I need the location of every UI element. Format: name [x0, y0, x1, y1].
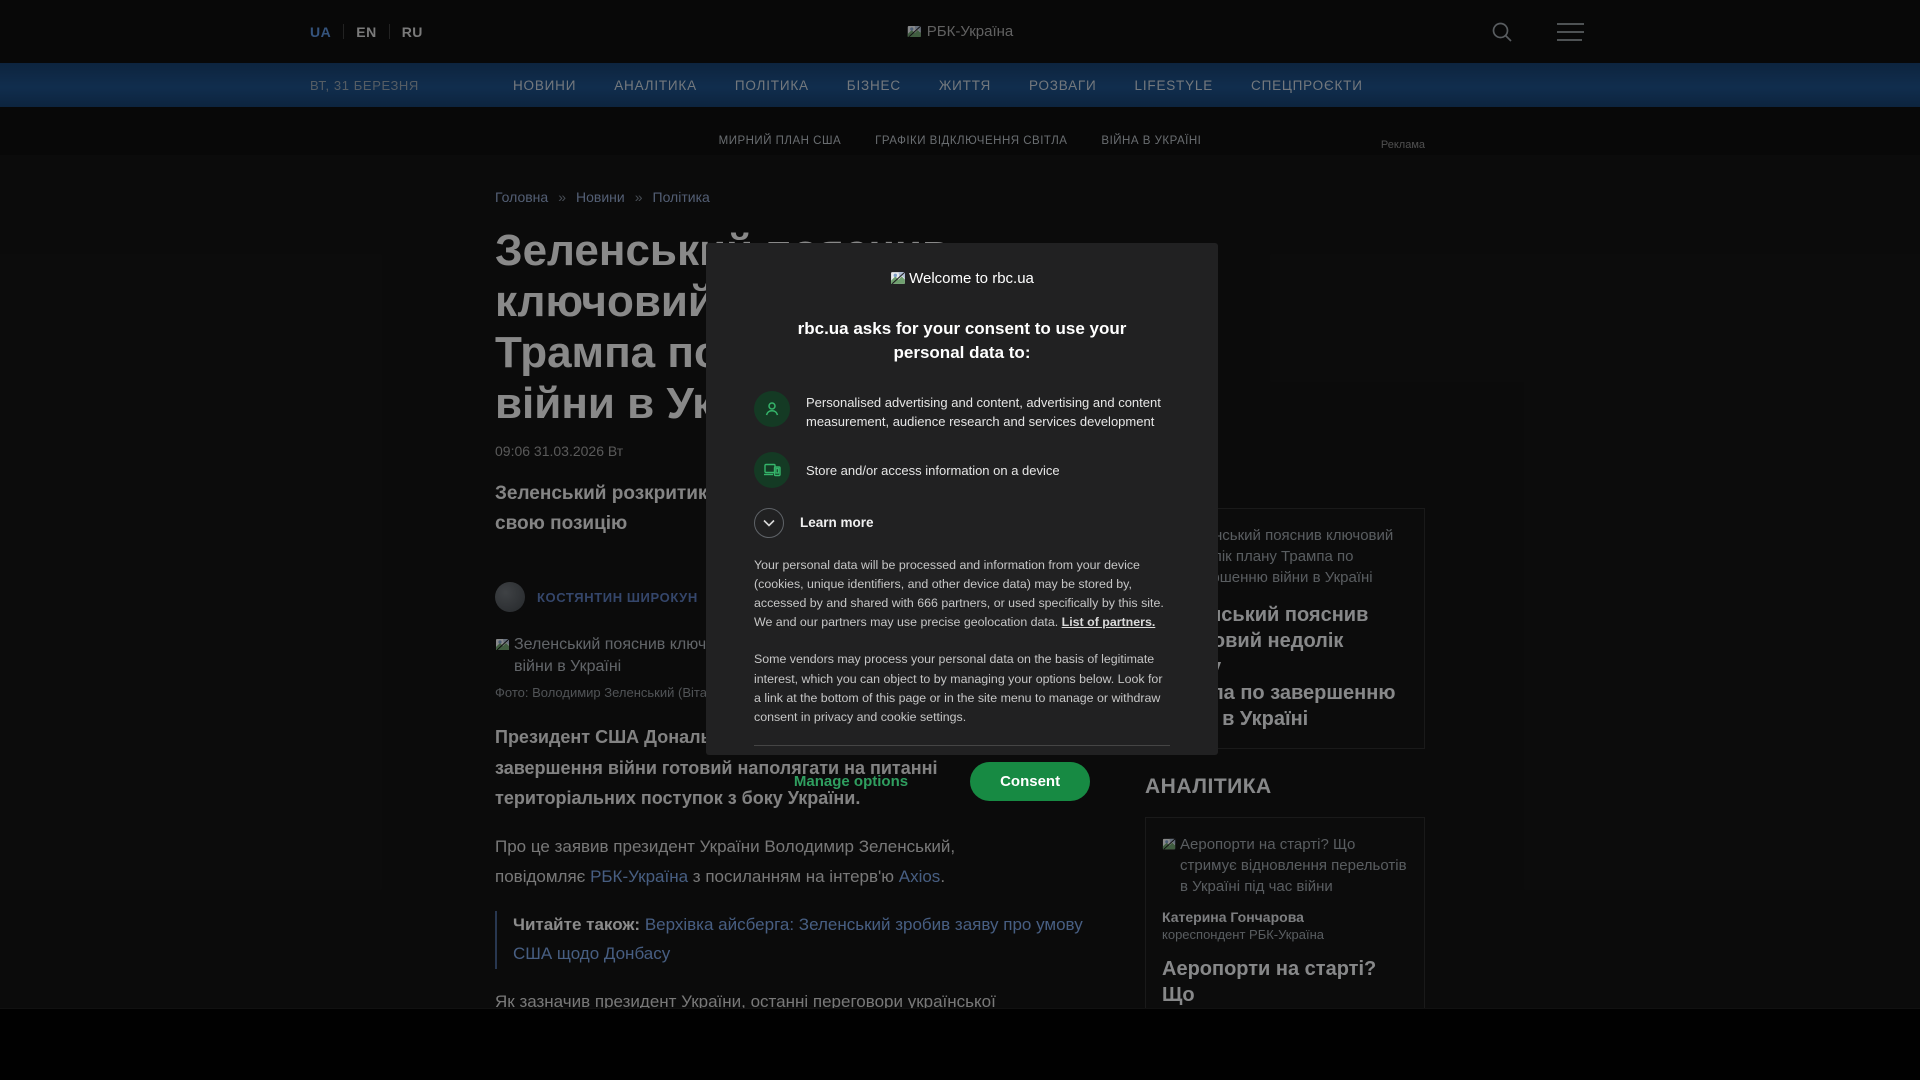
consent-welcome: Welcome to rbc.ua — [706, 269, 1218, 287]
consent-disclosure: Your personal data will be processed and… — [754, 556, 1170, 633]
devices-icon — [754, 451, 790, 488]
manage-options-button[interactable]: Manage options — [794, 773, 908, 790]
purpose-text: Personalised advertising and content, ad… — [806, 394, 1161, 430]
consent-button[interactable]: Consent — [970, 762, 1091, 802]
purpose-store-access: Store and/or access information on a dev… — [754, 451, 1170, 488]
person-icon — [754, 390, 790, 427]
chevron-down-icon — [754, 507, 784, 538]
broken-image-icon — [890, 269, 907, 287]
purpose-personalised-ads: Personalised advertising and content, ad… — [754, 390, 1170, 432]
consent-purposes: Personalised advertising and content, ad… — [754, 390, 1170, 488]
consent-legitimate-interest: Some vendors may process your personal d… — [754, 652, 1163, 725]
consent-heading: rbc.ua asks for your consent to use your… — [797, 319, 1127, 362]
learn-more-toggle[interactable]: Learn more — [754, 507, 1170, 538]
consent-dialog: Welcome to rbc.ua rbc.ua asks for your c… — [706, 243, 1218, 802]
consent-welcome-text: Welcome to rbc.ua — [909, 269, 1034, 287]
consent-buttons: Manage options Consent — [706, 746, 1218, 802]
learn-more-label: Learn more — [800, 515, 874, 531]
purpose-text: Store and/or access information on a dev… — [806, 462, 1060, 478]
list-of-partners-link[interactable]: List of partners. — [1062, 615, 1156, 629]
